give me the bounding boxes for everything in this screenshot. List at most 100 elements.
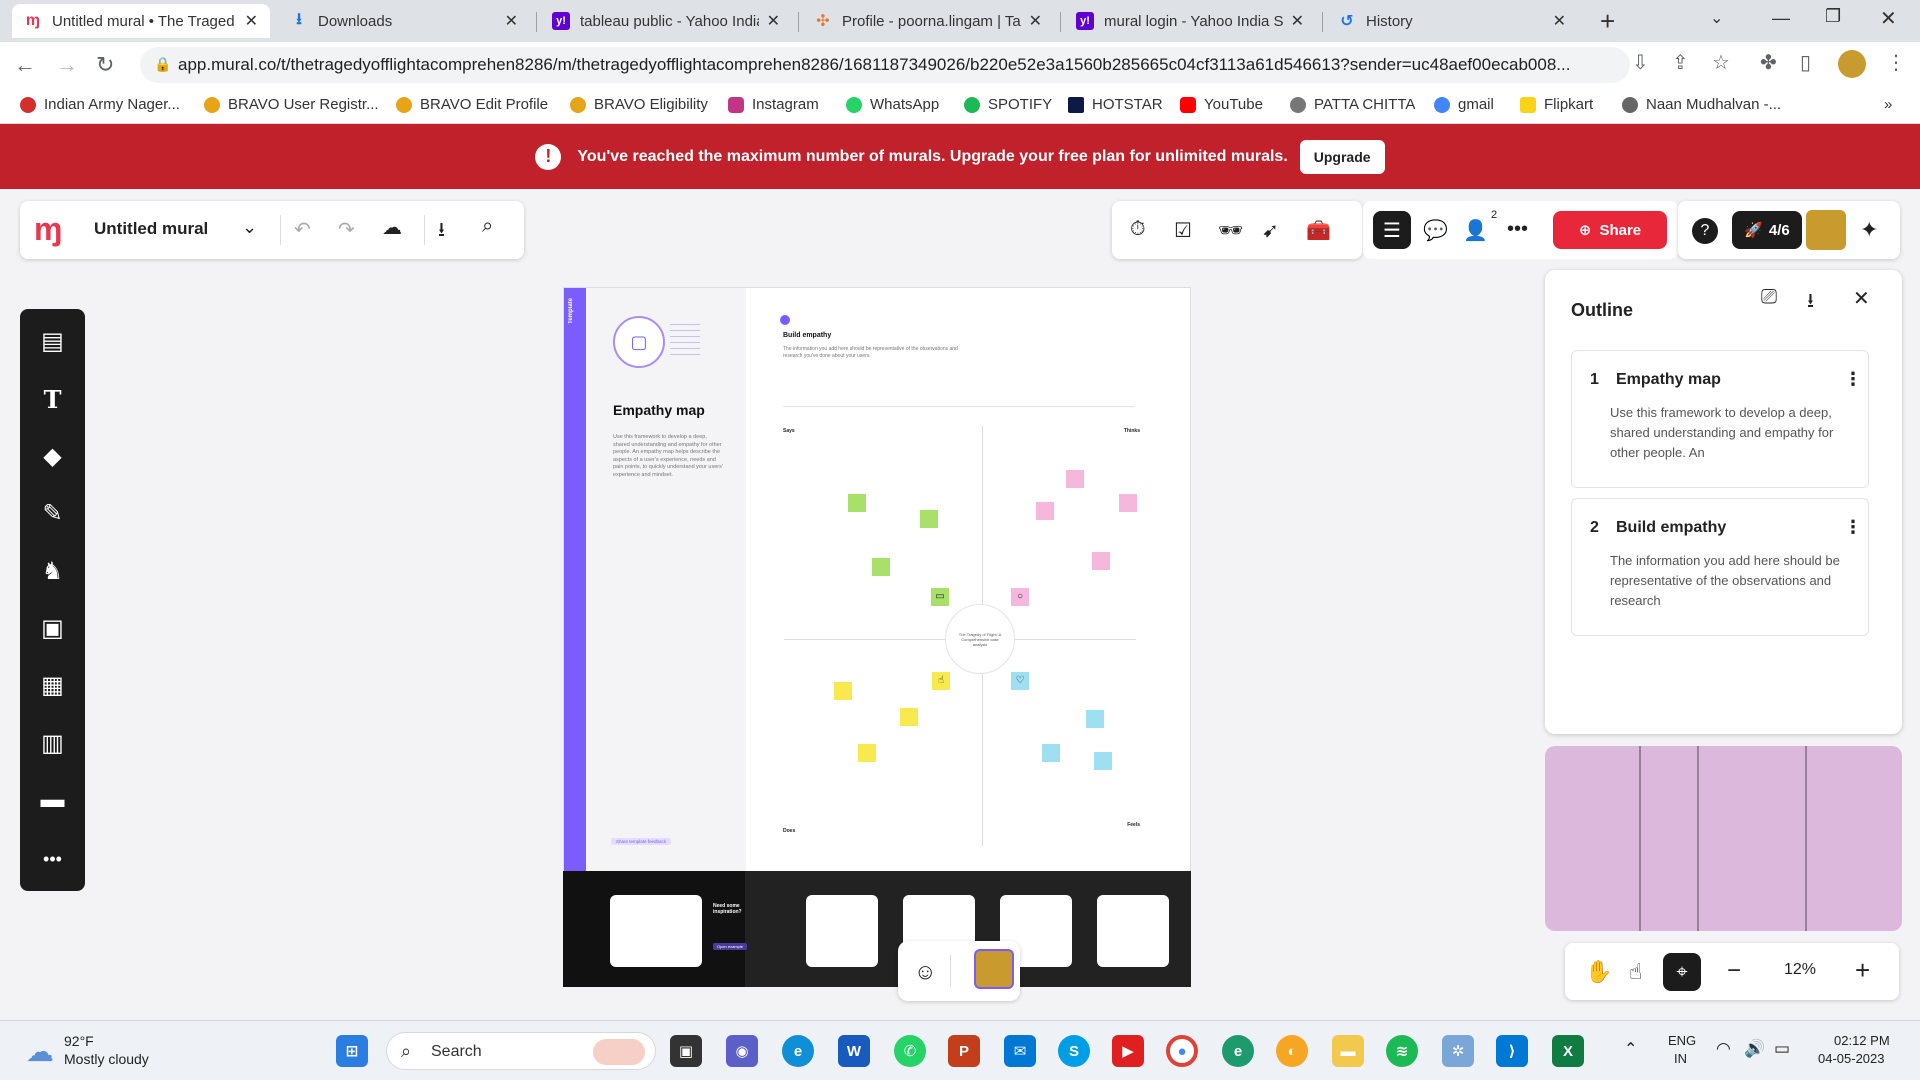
more-bookmarks-icon[interactable]: »	[1884, 96, 1892, 113]
share-button[interactable]: ⊕ Share	[1553, 211, 1667, 249]
tab-downloads[interactable]: ⭳ Downloads ✕	[278, 4, 530, 38]
zoom-out-icon[interactable]: −	[1727, 957, 1741, 985]
cloud-saved-icon[interactable]: ☁	[382, 215, 402, 240]
close-icon[interactable]: ✕	[505, 11, 518, 31]
excel-icon[interactable]: X	[1552, 1035, 1584, 1067]
task-view-icon[interactable]: ▣	[670, 1035, 702, 1067]
checkbox-icon[interactable]: ☑	[1174, 218, 1192, 243]
close-icon[interactable]: ✕	[767, 11, 780, 31]
bookmark-item[interactable]: Instagram	[728, 96, 819, 113]
hand-icon[interactable]: ✋	[1585, 959, 1612, 985]
outline-item[interactable]: 1 Empathy map ⋮ Use this framework to de…	[1571, 350, 1869, 488]
templates-icon[interactable]: ▦	[20, 665, 85, 705]
more-icon[interactable]: •••	[1507, 218, 1528, 241]
summon-icon[interactable]: ➹	[1262, 218, 1279, 243]
new-tab-icon[interactable]: +	[1600, 6, 1615, 37]
windows-start-icon[interactable]: ⊞	[336, 1035, 368, 1067]
word-icon[interactable]: W	[838, 1035, 870, 1067]
zoom-level[interactable]: 12%	[1775, 961, 1825, 979]
timer-icon[interactable]: ⏱	[1130, 218, 1146, 241]
teams-icon[interactable]: ◉	[726, 1035, 758, 1067]
menu-icon[interactable]: ⋮	[1886, 50, 1906, 75]
sticky-note[interactable]	[872, 558, 890, 576]
mural-title[interactable]: Untitled mural	[94, 219, 208, 239]
bookmark-item[interactable]: YouTube	[1180, 96, 1263, 113]
reload-icon[interactable]: ↻	[96, 52, 114, 78]
whatsapp-icon[interactable]: ✆	[894, 1035, 926, 1067]
redo-icon[interactable]: ↷	[338, 217, 355, 242]
minimap[interactable]	[1545, 746, 1902, 931]
bookmark-item[interactable]: Naan Mudhalvan -...	[1622, 96, 1781, 113]
edge-icon[interactable]: e	[782, 1035, 814, 1067]
help-icon[interactable]: ?	[1692, 218, 1718, 244]
close-icon[interactable]: ✕	[245, 11, 258, 31]
close-icon[interactable]: ✕	[1291, 11, 1304, 31]
powerpoint-icon[interactable]: P	[948, 1035, 980, 1067]
pen-icon[interactable]: ✎	[20, 493, 85, 533]
file-explorer-icon[interactable]: ▬	[1332, 1035, 1364, 1067]
tab-tableau-yahoo[interactable]: y! tableau public - Yahoo India ✕	[540, 4, 792, 38]
tab-history[interactable]: ↺ History ✕	[1326, 4, 1578, 38]
bookmark-item[interactable]: WhatsApp	[846, 96, 939, 113]
zoom-in-icon[interactable]: +	[1855, 955, 1870, 986]
comment-icon[interactable]: 💬	[1423, 218, 1448, 243]
tab-mural-login[interactable]: y! mural login - Yahoo India S ✕	[1064, 4, 1316, 38]
search-icon[interactable]: ⌕	[482, 215, 493, 238]
private-mode-icon[interactable]: 🕶	[1218, 218, 1243, 243]
center-persona-label[interactable]: The Tragedy of Flight: A Comprehensive c…	[945, 604, 1015, 674]
install-icon[interactable]: ⇩	[1632, 50, 1649, 75]
bookmark-item[interactable]: SPOTIFY	[964, 96, 1052, 113]
media-player-icon[interactable]: ▶	[1112, 1035, 1144, 1067]
chevron-down-icon[interactable]: ⌄	[242, 217, 257, 238]
edge-dev-icon[interactable]: e	[1222, 1035, 1254, 1067]
step-thumbnail[interactable]	[1097, 895, 1169, 967]
sticky-note[interactable]: ○	[1011, 588, 1029, 606]
toolbox-icon[interactable]: 🧰	[1306, 218, 1331, 243]
minimize-icon[interactable]: —	[1772, 8, 1790, 29]
more-vertical-icon[interactable]: ⋮	[1844, 369, 1862, 390]
sparkle-icon[interactable]: ✦	[1860, 217, 1878, 243]
bookmark-item[interactable]: PATTA CHITTA	[1290, 96, 1415, 113]
window-close-icon[interactable]: ✕	[1880, 6, 1897, 31]
extensions-icon[interactable]: ✤	[1760, 50, 1777, 75]
undo-icon[interactable]: ↶	[294, 217, 311, 242]
bookmark-item[interactable]: BRAVO Edit Profile	[396, 96, 548, 113]
archive-icon[interactable]: ▬	[20, 780, 85, 820]
sticky-note-icon[interactable]: ▤	[20, 321, 85, 361]
sticky-note[interactable]	[1042, 744, 1060, 762]
battery-icon[interactable]: ▭	[1774, 1039, 1790, 1059]
image-icon[interactable]: ▣	[20, 608, 85, 648]
download-icon[interactable]: ⭳	[438, 215, 445, 249]
shapes-icon[interactable]: ◆	[20, 436, 85, 476]
icons-library-icon[interactable]: ♞	[20, 551, 85, 591]
vscode-icon[interactable]: ⟩	[1496, 1035, 1528, 1067]
sticky-note[interactable]	[834, 682, 852, 700]
bookmark-item[interactable]: BRAVO User Registr...	[204, 96, 379, 113]
skype-icon[interactable]: S	[1058, 1035, 1090, 1067]
sticky-note[interactable]: ☝	[932, 672, 950, 690]
sticky-note[interactable]	[920, 510, 938, 528]
sticky-note[interactable]: ♡	[1011, 672, 1029, 690]
step-thumbnail[interactable]	[806, 895, 878, 967]
tab-untitled-mural[interactable]: ɱ Untitled mural • The Traged ✕	[12, 4, 270, 38]
download-icon[interactable]: ⭳	[1807, 286, 1814, 320]
feedback-button[interactable]: Share template feedback	[611, 838, 672, 845]
user-avatar[interactable]	[974, 949, 1014, 989]
present-icon[interactable]: ⎚	[1761, 286, 1777, 309]
taskbar-search[interactable]: ⌕ Search	[386, 1032, 656, 1070]
members-icon[interactable]: 👤	[1463, 218, 1488, 243]
back-icon[interactable]: ←	[14, 52, 36, 78]
volume-icon[interactable]: 🔊	[1744, 1039, 1765, 1059]
open-example-link[interactable]: Open example	[713, 943, 748, 950]
network-app-icon[interactable]: ✲	[1442, 1035, 1474, 1067]
close-icon[interactable]: ✕	[1853, 286, 1870, 311]
bookmark-item[interactable]: BRAVO Eligibility	[570, 96, 708, 113]
map-icon[interactable]: ⌖	[1663, 953, 1701, 991]
sticky-note[interactable]	[1119, 494, 1137, 512]
close-icon[interactable]: ✕	[1029, 11, 1042, 31]
user-avatar[interactable]	[1806, 210, 1846, 250]
sticky-note[interactable]	[1036, 502, 1054, 520]
profile-avatar[interactable]	[1838, 50, 1866, 78]
rocket-button[interactable]: 🚀 4/6	[1732, 211, 1802, 249]
share-page-icon[interactable]: ⇪	[1672, 50, 1689, 75]
